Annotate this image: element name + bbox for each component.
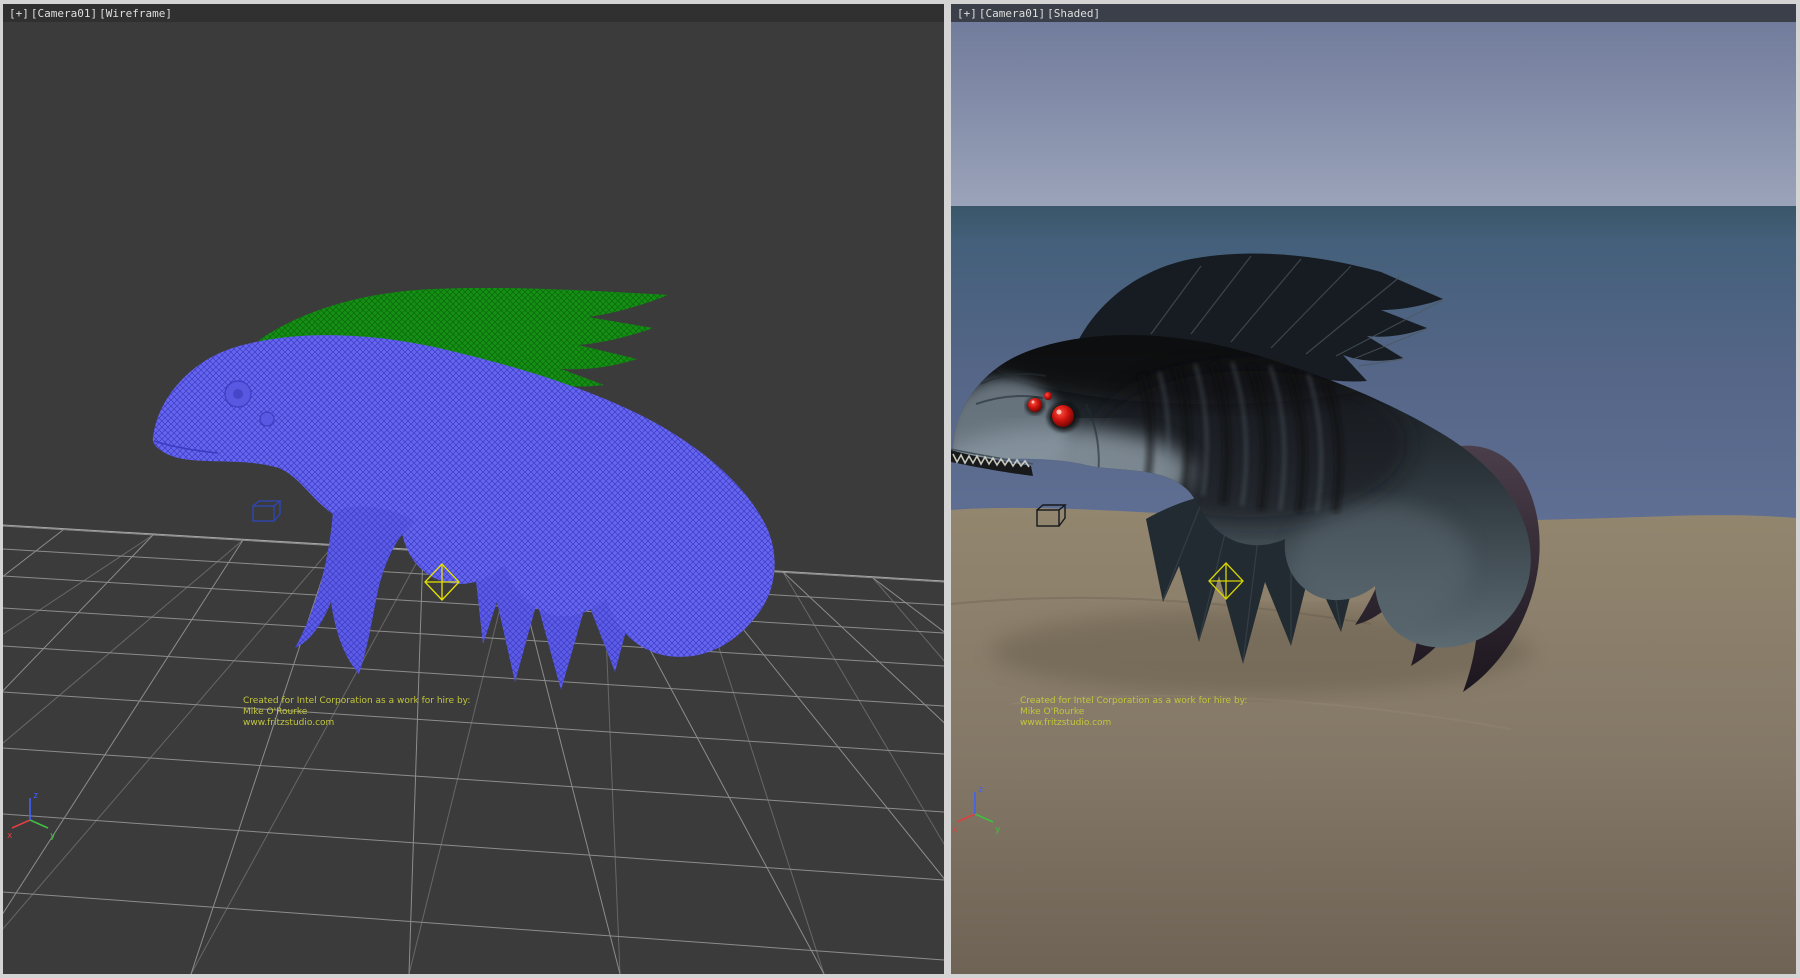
viewport-label-right: [+] [Camera01] [Shaded] [951, 4, 1796, 22]
credit-line-3: www.fritzstudio.com [243, 718, 470, 729]
viewport-general-menu[interactable]: [+] [9, 7, 29, 20]
axis-z-label: z [33, 791, 38, 801]
axis-z-label: z [978, 785, 983, 795]
credit-line-1: Created for Intel Corporation as a work … [243, 696, 470, 707]
scene-credit-text: Created for Intel Corporation as a work … [243, 696, 470, 729]
fish-pelvic-fin-wire[interactable] [295, 506, 415, 674]
viewport-pov-menu[interactable]: [Camera01] [979, 7, 1045, 20]
sky [951, 4, 1796, 206]
shaded-scene[interactable]: x y z [951, 4, 1796, 974]
axis-x-label: x [7, 831, 13, 841]
viewport-pov-menu[interactable]: [Camera01] [31, 7, 97, 20]
box-helper[interactable] [253, 501, 280, 521]
ground-plane-grid [3, 525, 944, 974]
axis-y-label: y [50, 831, 56, 841]
credit-line-1: Created for Intel Corporation as a work … [1020, 696, 1247, 707]
credit-line-3: www.fritzstudio.com [1020, 718, 1247, 729]
viewport-shading-menu[interactable]: [Shaded] [1047, 7, 1100, 20]
viewport-camera01-shaded[interactable]: [+] [Camera01] [Shaded] [951, 4, 1796, 974]
axis-y-line [30, 820, 48, 828]
scene-credit-text: Created for Intel Corporation as a work … [1020, 696, 1247, 729]
wireframe-scene[interactable]: x y z [3, 4, 944, 974]
fish-model-wireframe[interactable] [153, 288, 775, 690]
max-viewport-layout: [+] [Camera01] [Wireframe] [0, 0, 1800, 978]
credit-line-2: Mike O'Rourke [1020, 707, 1247, 718]
credit-line-2: Mike O'Rourke [243, 707, 470, 718]
viewport-general-menu[interactable]: [+] [957, 7, 977, 20]
viewport-shading-menu[interactable]: [Wireframe] [99, 7, 172, 20]
axis-x-line [12, 820, 30, 828]
viewport-label-left: [+] [Camera01] [Wireframe] [3, 4, 944, 22]
viewport-splitter[interactable] [944, 0, 951, 978]
viewport-camera01-wireframe[interactable]: [+] [Camera01] [Wireframe] [3, 4, 944, 974]
axis-y-label: y [995, 825, 1001, 835]
axis-x-label: x [952, 825, 958, 835]
